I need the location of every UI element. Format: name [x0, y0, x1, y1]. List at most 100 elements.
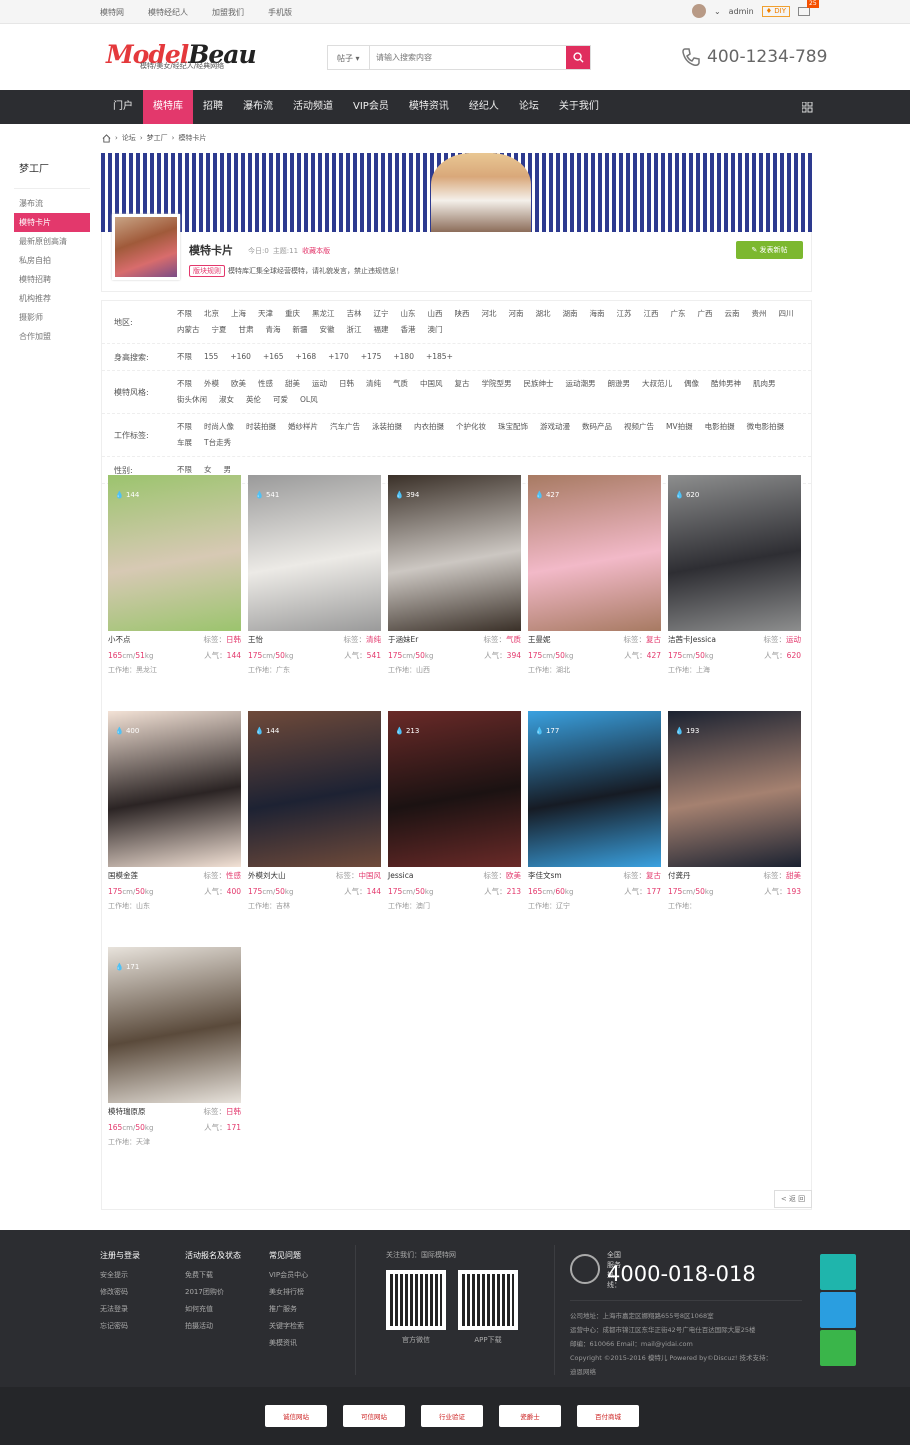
filter-option[interactable]: 民族绅士	[524, 377, 554, 391]
search-button[interactable]	[566, 46, 590, 69]
filter-option[interactable]: 视频广告	[624, 420, 654, 434]
filter-option[interactable]: 吉林	[347, 307, 362, 321]
filter-option[interactable]: 不限	[177, 377, 192, 391]
model-photo[interactable]: 💧 620	[668, 475, 801, 631]
mail-icon[interactable]: 25	[798, 0, 819, 16]
filter-option[interactable]: 朗逊男	[608, 377, 631, 391]
nav-about[interactable]: 关于我们	[549, 90, 609, 124]
tag-value[interactable]: 中国风	[359, 871, 382, 880]
filter-option[interactable]: 运动	[312, 377, 327, 391]
badge-credit[interactable]: 诚信网站	[265, 1405, 327, 1427]
model-card[interactable]: 💧 213 Jessica 标签：欧美 175cm/50kg 人气：213 工作地：澳门	[388, 711, 521, 941]
sidebar-item-hd[interactable]: 最新原创高清	[14, 232, 90, 251]
search-input[interactable]	[370, 46, 566, 69]
nav-events[interactable]: 活动频道	[283, 90, 343, 124]
filter-option[interactable]: 日韩	[339, 377, 354, 391]
model-card[interactable]: 💧 144 小不点 标签：日韩 165cm/51kg 人气：144 工作地：黑龙江	[108, 475, 241, 705]
model-photo[interactable]: 💧 400	[108, 711, 241, 867]
filter-option[interactable]: +175	[361, 350, 382, 364]
model-card[interactable]: 💧 620 洁茜卡Jessica 标签：运动 175cm/50kg 人气：620 工作地：…	[668, 475, 801, 705]
breadcrumb-current[interactable]: 模特卡片	[178, 133, 206, 143]
filter-option[interactable]: 偶像	[684, 377, 699, 391]
filter-option[interactable]: 不限	[177, 420, 192, 434]
filter-option[interactable]: 游戏动漫	[540, 420, 570, 434]
sidebar-item-waterfall[interactable]: 瀑布流	[14, 194, 90, 213]
model-name[interactable]: Jessica	[388, 871, 413, 880]
footer-link[interactable]: 免费下载	[185, 1270, 241, 1287]
filter-option[interactable]: 气质	[393, 377, 408, 391]
filter-option[interactable]: 江西	[644, 307, 659, 321]
filter-option[interactable]: 时尚人像	[204, 420, 234, 434]
top-link-mobile[interactable]: 手机版	[268, 7, 292, 18]
grid-menu-icon[interactable]	[802, 102, 813, 113]
badge-trusted[interactable]: 可信网站	[343, 1405, 405, 1427]
filter-option[interactable]: 辽宁	[374, 307, 389, 321]
badge-industry[interactable]: 行业验证	[421, 1405, 483, 1427]
footer-link[interactable]: 无法登录	[100, 1304, 140, 1321]
filter-option[interactable]: 内蒙古	[177, 323, 200, 337]
filter-option[interactable]: 肌肉男	[753, 377, 776, 391]
footer-link[interactable]: 美模资讯	[269, 1338, 308, 1355]
tag-value[interactable]: 欧美	[506, 871, 521, 880]
sidebar-item-selfie[interactable]: 私房自拍	[14, 251, 90, 270]
filter-option[interactable]: 清纯	[366, 377, 381, 391]
nav-forum[interactable]: 论坛	[509, 90, 549, 124]
top-link-models[interactable]: 模特网	[100, 7, 124, 18]
sidebar-item-model-card[interactable]: 模特卡片	[14, 213, 90, 232]
rules-tag[interactable]: 版块规则	[189, 265, 225, 277]
footer-link[interactable]: VIP会员中心	[269, 1270, 308, 1287]
nav-waterfall[interactable]: 瀑布流	[233, 90, 283, 124]
filter-option[interactable]: 电影拍摄	[705, 420, 735, 434]
top-link-agents[interactable]: 模特经纪人	[148, 7, 188, 18]
sidebar-item-agency[interactable]: 机构推荐	[14, 289, 90, 308]
footer-link[interactable]: 如何充值	[185, 1304, 241, 1321]
filter-option[interactable]: 时装拍摄	[246, 420, 276, 434]
model-photo[interactable]: 💧 144	[108, 475, 241, 631]
filter-option[interactable]: 河南	[509, 307, 524, 321]
nav-agents[interactable]: 经纪人	[459, 90, 509, 124]
tag-value[interactable]: 性感	[226, 871, 241, 880]
model-photo[interactable]: 💧 193	[668, 711, 801, 867]
model-name[interactable]: 付龚丹	[668, 870, 691, 881]
model-name[interactable]: 国模金莲	[108, 870, 138, 881]
footer-link[interactable]: 2017团购价	[185, 1287, 241, 1304]
back-button[interactable]: < 返 回	[774, 1190, 812, 1208]
filter-option[interactable]: 上海	[231, 307, 246, 321]
filter-option[interactable]: 学院型男	[482, 377, 512, 391]
filter-option[interactable]: 车展	[177, 436, 192, 450]
model-card[interactable]: 💧 541 王怡 标签：清纯 175cm/50kg 人气：541 工作地：广东	[248, 475, 381, 705]
filter-option[interactable]: 天津	[258, 307, 273, 321]
tag-value[interactable]: 气质	[506, 635, 521, 644]
filter-option[interactable]: 不限	[177, 350, 192, 364]
model-photo[interactable]: 💧 144	[248, 711, 381, 867]
filter-option[interactable]: 复古	[455, 377, 470, 391]
tag-value[interactable]: 清纯	[366, 635, 381, 644]
filter-option[interactable]: 江苏	[617, 307, 632, 321]
tag-value[interactable]: 复古	[646, 635, 661, 644]
filter-option[interactable]: 内衣拍摄	[414, 420, 444, 434]
filter-option[interactable]: 泳装拍摄	[372, 420, 402, 434]
filter-option[interactable]: 四川	[779, 307, 794, 321]
filter-option[interactable]: 青海	[266, 323, 281, 337]
model-name[interactable]: 王曼妮	[528, 634, 551, 645]
mobile-icon[interactable]	[820, 1330, 856, 1366]
filter-option[interactable]: 数码产品	[582, 420, 612, 434]
footer-link[interactable]: 修改密码	[100, 1287, 140, 1304]
model-photo[interactable]: 💧 541	[248, 475, 381, 631]
filter-option[interactable]: 广西	[698, 307, 713, 321]
filter-option[interactable]: 山西	[428, 307, 443, 321]
filter-option[interactable]: 运动潮男	[566, 377, 596, 391]
new-post-button[interactable]: ✎ 发表新帖	[736, 241, 803, 259]
footer-link[interactable]: 拍摄活动	[185, 1321, 241, 1338]
filter-option[interactable]: 英伦	[246, 393, 261, 407]
filter-option[interactable]: 山东	[401, 307, 416, 321]
filter-option[interactable]: T台走秀	[204, 436, 231, 450]
filter-option[interactable]: 甘肃	[239, 323, 254, 337]
filter-option[interactable]: 湖南	[563, 307, 578, 321]
filter-option[interactable]: 可爱	[273, 393, 288, 407]
model-card[interactable]: 💧 193 付龚丹 标签：甜美 175cm/50kg 人气：193 工作地：	[668, 711, 801, 941]
footer-link[interactable]: 关键字检索	[269, 1321, 308, 1338]
footer-link[interactable]: 美女排行榜	[269, 1287, 308, 1304]
nav-vip[interactable]: VIP会员	[343, 90, 399, 124]
model-name[interactable]: 于涵妹Er	[388, 634, 418, 645]
